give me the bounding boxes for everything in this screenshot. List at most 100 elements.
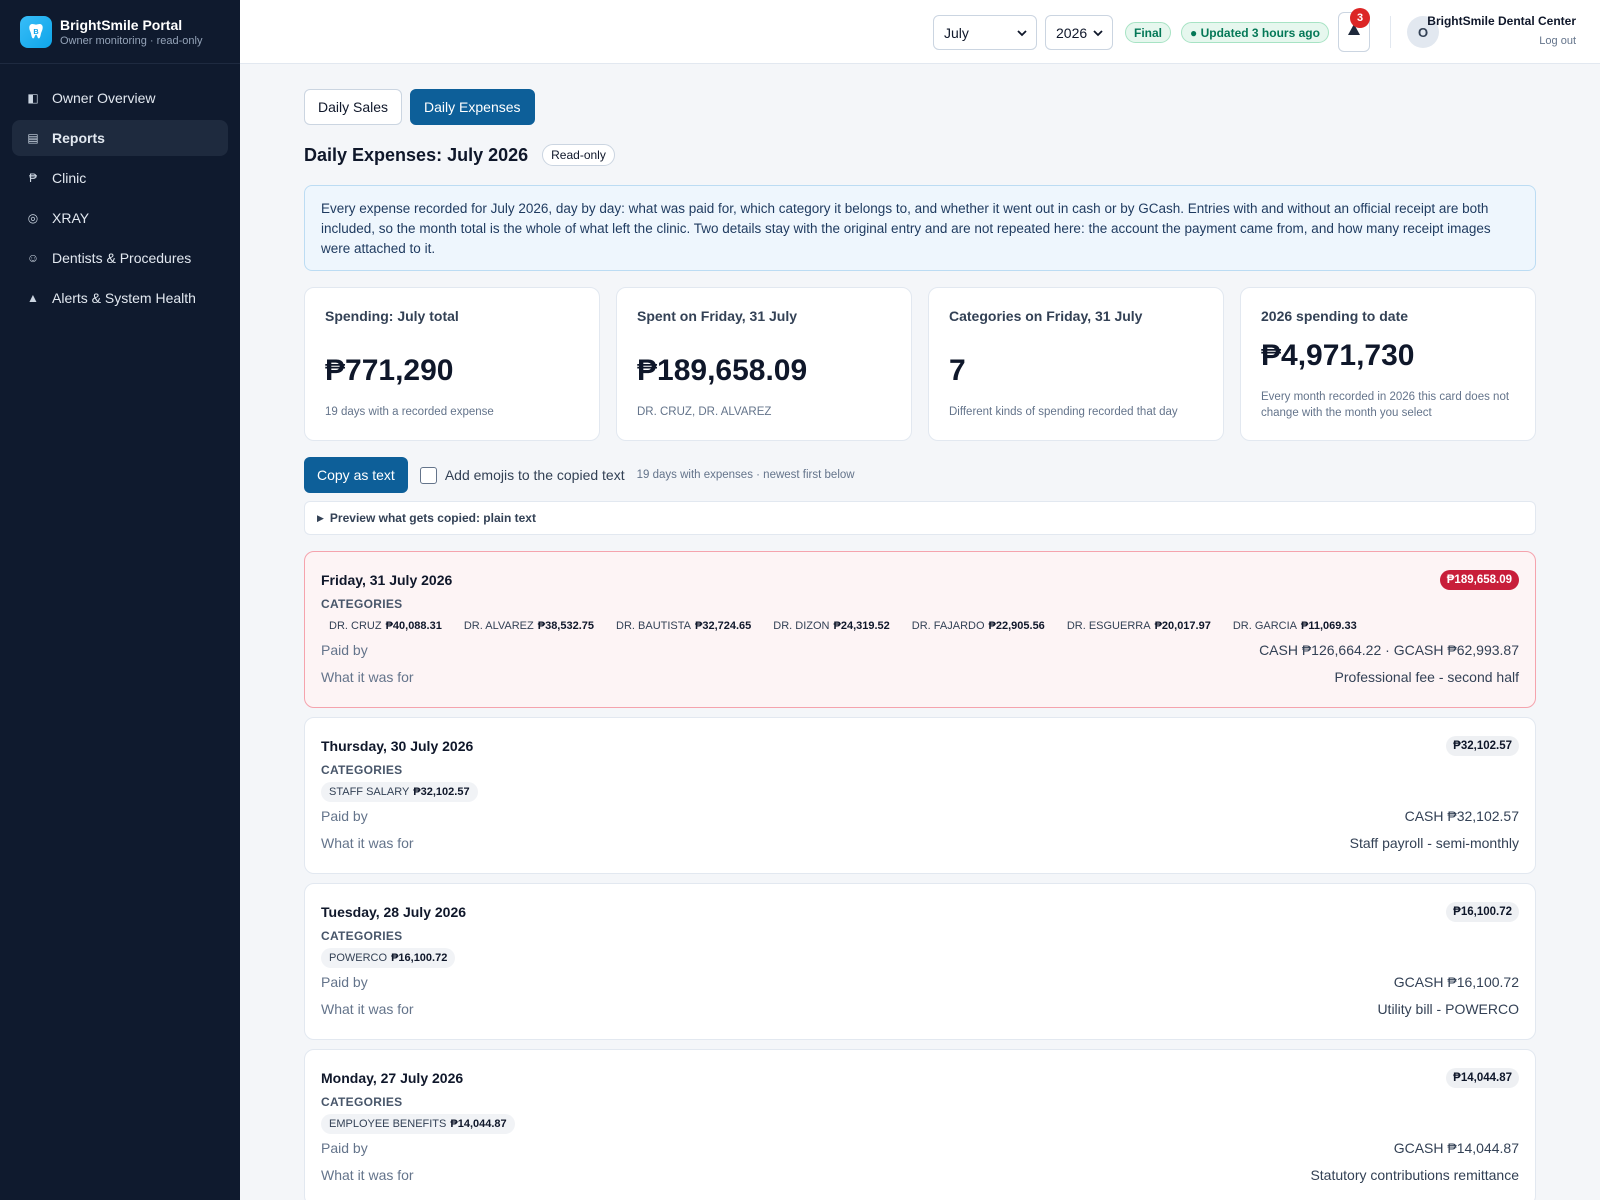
alert-icon: ▲ <box>27 291 39 305</box>
category-chips: POWERCO ₱16,100.72 <box>321 948 1519 968</box>
card-value: 7 <box>949 354 966 387</box>
peso-icon: ₱ <box>28 171 37 185</box>
purpose-row: What it was for Staff payroll - semi-mont… <box>321 830 1519 856</box>
card-label: Categories on Friday, 31 July <box>949 308 1143 324</box>
day-total-badge: ₱14,044.87 <box>1446 1068 1519 1088</box>
day-card: Friday, 31 July 2026 ₱189,658.09 CATEGOR… <box>304 551 1536 708</box>
category-chip: DR. FAJARDO ₱22,905.56 <box>903 616 1053 636</box>
category-name: DR. GARCIA <box>1232 620 1298 632</box>
category-amount: ₱16,100.72 <box>391 952 448 964</box>
day-total-badge: ₱16,100.72 <box>1446 902 1519 922</box>
category-name: STAFF SALARY <box>329 786 410 798</box>
page-title-row: Daily Expenses: July 2026 Read-only <box>304 144 615 166</box>
category-name: DR. BAUTISTA <box>616 620 691 632</box>
day-total-badge: ₱32,102.57 <box>1446 736 1519 756</box>
paid-by-value: CASH ₱126,664.22 · GCASH ₱62,993.87 <box>1259 642 1519 658</box>
day-date: Thursday, 30 July 2026 <box>321 738 474 754</box>
category-chip: POWERCO ₱16,100.72 <box>321 948 456 968</box>
sidebar-item-label: Dentists & Procedures <box>52 250 192 266</box>
sidebar-item-owner-overview[interactable]: ◧ Owner Overview <box>12 80 228 116</box>
logout-link[interactable]: Log out <box>1539 35 1576 47</box>
paid-by-label: Paid by <box>321 808 368 824</box>
purpose-value: Utility bill - POWERCO <box>1377 1001 1519 1017</box>
purpose-row: What it was for Utility bill - POWERCO <box>321 996 1519 1022</box>
topbar: July 2026 Final ● Updated 3 hours ago 3 … <box>240 0 1600 64</box>
sidebar-item-label: Alerts & System Health <box>52 290 196 306</box>
category-chip: DR. ESGUERRA ₱20,017.97 <box>1058 616 1219 636</box>
year-select[interactable]: 2026 <box>1045 15 1113 50</box>
day-date: Friday, 31 July 2026 <box>321 572 453 588</box>
year-select-value: 2026 <box>1056 24 1088 41</box>
category-amount: ₱11,069.33 <box>1301 620 1357 632</box>
paid-by-value: GCASH ₱14,044.87 <box>1393 1140 1519 1156</box>
categories-label: CATEGORIES <box>321 597 403 611</box>
category-name: DR. ESGUERRA <box>1066 620 1151 632</box>
category-chip: DR. GARCIA ₱11,069.33 <box>1224 616 1365 636</box>
paid-by-row: Paid by GCASH ₱16,100.72 <box>321 969 1519 995</box>
tooth-logo-icon: B <box>20 15 52 48</box>
purpose-label: What it was for <box>321 835 414 851</box>
caret-right-icon: ▶ <box>317 512 324 523</box>
day-card: Monday, 27 July 2026 ₱14,044.87 CATEGORI… <box>304 1049 1536 1200</box>
category-amount: ₱24,319.52 <box>833 620 890 632</box>
sidebar-item-clinic[interactable]: ₱ Clinic <box>12 160 228 196</box>
sidebar-item-xray[interactable]: ◎ XRAY <box>12 200 228 236</box>
emoji-checkbox[interactable] <box>419 466 437 484</box>
sidebar-item-reports[interactable]: ▤ Reports <box>12 120 228 156</box>
card-subtext: DR. CRUZ, DR. ALVAREZ <box>637 406 772 418</box>
alert-count-badge: 3 <box>1350 8 1370 28</box>
tab-daily-sales[interactable]: Daily Sales <box>304 89 403 125</box>
category-name: EMPLOYEE BENEFITS <box>329 1118 447 1130</box>
report-tabs: Daily Sales Daily Expenses <box>304 89 543 125</box>
page-title: Daily Expenses: July 2026 <box>304 144 529 165</box>
summary-cards: Spending: July total ₱771,290 19 days wi… <box>304 287 1536 441</box>
month-select[interactable]: July <box>933 15 1037 50</box>
chevron-down-icon <box>1016 26 1028 42</box>
card-value: ₱189,658.09 <box>637 354 808 387</box>
brand[interactable]: B BrightSmile Portal Owner monitoring · … <box>0 0 240 64</box>
category-name: DR. FAJARDO <box>911 620 985 632</box>
copy-preview-toggle[interactable]: ▶ Preview what gets copied: plain text <box>304 501 1536 535</box>
category-name: POWERCO <box>329 952 388 964</box>
chevron-down-icon <box>1092 26 1104 42</box>
status-badge: Final <box>1125 22 1172 43</box>
category-name: DR. CRUZ <box>329 620 382 632</box>
category-amount: ₱38,532.75 <box>537 620 595 632</box>
card-label: Spending: July total <box>325 308 459 324</box>
info-banner: Every expense recorded for July 2026, da… <box>304 185 1536 271</box>
copy-as-text-button[interactable]: Copy as text <box>304 457 408 493</box>
purpose-value: Professional fee - second half <box>1334 669 1519 685</box>
brand-subtitle: Owner monitoring · read-only <box>60 34 203 47</box>
purpose-value: Statutory contributions remittance <box>1310 1167 1519 1183</box>
month-select-value: July <box>944 24 969 41</box>
dentist-icon: ☺ <box>26 251 40 265</box>
card-label: Spent on Friday, 31 July <box>637 308 798 324</box>
purpose-label: What it was for <box>321 669 414 685</box>
paid-by-row: Paid by CASH ₱32,102.57 <box>321 803 1519 829</box>
sidebar-nav: ◧ Owner Overview ▤ Reports ₱ Clinic ◎ XRAY ☺ Dent… <box>0 64 240 336</box>
sidebar: B BrightSmile Portal Owner monitoring · … <box>0 0 240 1200</box>
categories-label: CATEGORIES <box>321 1095 403 1109</box>
sidebar-item-label: Clinic <box>52 170 87 186</box>
user-name: BrightSmile Dental Center <box>1427 14 1576 28</box>
read-only-badge: Read-only <box>542 144 615 166</box>
emoji-checkbox-label[interactable]: Add emojis to the copied text <box>445 467 625 483</box>
paid-by-row: Paid by CASH ₱126,664.22 · GCASH ₱62,993.… <box>321 637 1519 663</box>
tab-daily-expenses[interactable]: Daily Expenses <box>410 89 535 125</box>
purpose-label: What it was for <box>321 1167 414 1183</box>
category-chips: STAFF SALARY ₱32,102.57 <box>321 782 1519 802</box>
category-amount: ₱20,017.97 <box>1154 620 1211 632</box>
category-amount: ₱40,088.31 <box>385 620 442 632</box>
category-chip: DR. BAUTISTA ₱32,724.65 <box>608 616 760 636</box>
paid-by-label: Paid by <box>321 642 368 658</box>
sidebar-item-dentists-procedures[interactable]: ☺ Dentists & Procedures <box>12 240 228 276</box>
paid-by-row: Paid by GCASH ₱14,044.87 <box>321 1135 1519 1161</box>
purpose-label: What it was for <box>321 1001 414 1017</box>
paid-by-value: GCASH ₱16,100.72 <box>1393 974 1519 990</box>
category-chip: STAFF SALARY ₱32,102.57 <box>321 782 478 802</box>
day-card: Tuesday, 28 July 2026 ₱16,100.72 CATEGOR… <box>304 883 1536 1040</box>
category-chips: EMPLOYEE BENEFITS ₱14,044.87 <box>321 1114 1519 1134</box>
sidebar-item-alerts-system-health[interactable]: ▲ Alerts & System Health <box>12 280 228 316</box>
sidebar-item-label: Reports <box>52 130 105 146</box>
xray-icon: ◎ <box>27 211 39 225</box>
